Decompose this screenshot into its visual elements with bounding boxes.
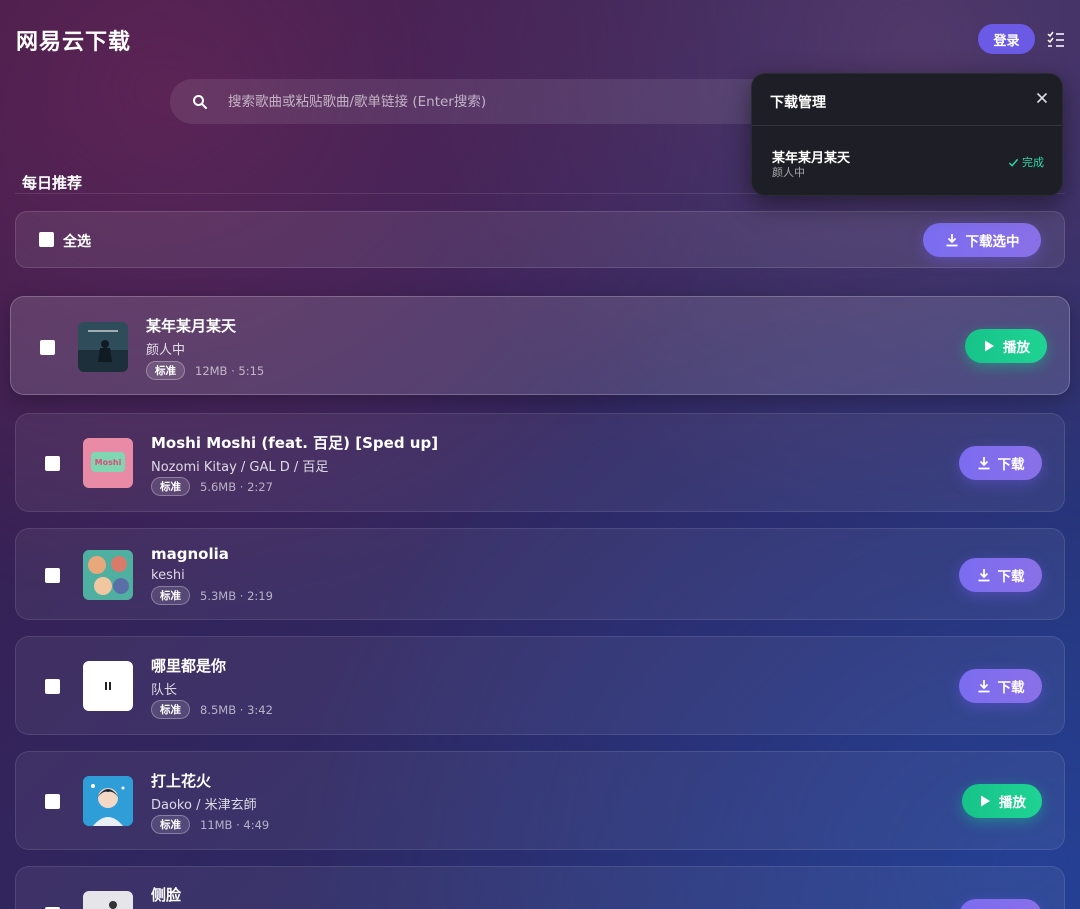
album-cover (83, 891, 133, 909)
panel-divider (752, 125, 1062, 126)
download-icon (946, 234, 957, 247)
search-input[interactable] (228, 93, 748, 110)
download-label: 下载 (997, 457, 1025, 472)
download-label: 下载 (997, 569, 1025, 584)
song-artist: Nozomi Kitay / GAL D / 百足 (151, 460, 329, 475)
song-artist: 颜人中 (146, 343, 186, 358)
song-meta: 12MB · 5:15 (195, 364, 265, 378)
song-artist: keshi (151, 568, 185, 583)
song-checkbox[interactable] (45, 568, 60, 583)
song-meta: 5.3MB · 2:19 (200, 589, 273, 603)
select-toolbar: 全选 下载选中 (15, 211, 1065, 268)
download-button[interactable]: 下载 (959, 899, 1042, 909)
check-icon (1008, 158, 1019, 167)
select-all-checkbox[interactable] (39, 232, 54, 247)
svg-text:Moshi: Moshi (95, 458, 122, 467)
song-title: 某年某月某天 (146, 317, 237, 335)
song-title: Moshi Moshi (feat. 百足) [Sped up] (151, 434, 439, 452)
song-title: 侧脸 (151, 886, 182, 904)
download-status: 完成 (1008, 154, 1044, 170)
search-icon (193, 94, 207, 109)
select-all-label: 全选 (63, 234, 91, 250)
song-row[interactable]: 侧脸 下载 (15, 866, 1065, 909)
song-artist: Daoko / 米津玄師 (151, 798, 257, 813)
song-checkbox[interactable] (45, 679, 60, 694)
download-status-label: 完成 (1022, 156, 1044, 169)
play-label: 播放 (1003, 340, 1030, 355)
download-manager-title: 下载管理 (770, 95, 826, 111)
album-cover (83, 550, 133, 600)
song-artist: 队长 (151, 683, 178, 698)
quality-badge: 标准 (146, 361, 185, 380)
quality-badge: 标准 (151, 700, 190, 719)
download-icon (978, 569, 989, 582)
song-row[interactable]: 打上花火 Daoko / 米津玄師 标准 11MB · 4:49 播放 (15, 751, 1065, 850)
download-manager-panel: 下载管理 某年某月某天 颜人中 完成 (751, 73, 1063, 196)
close-icon[interactable] (1034, 90, 1050, 106)
quality-badge: 标准 (151, 477, 190, 496)
song-row[interactable]: Moshi Moshi Moshi (feat. 百足) [Sped up] N… (15, 413, 1065, 512)
album-cover (83, 661, 133, 711)
song-meta: 8.5MB · 3:42 (200, 703, 273, 717)
download-selected-label: 下载选中 (965, 234, 1020, 249)
play-label: 播放 (999, 795, 1026, 810)
album-cover (78, 322, 128, 372)
download-label: 下载 (997, 680, 1025, 695)
song-checkbox[interactable] (40, 340, 55, 355)
app-title: 网易云下载 (16, 30, 132, 55)
song-checkbox[interactable] (45, 794, 60, 809)
song-row[interactable]: 某年某月某天 颜人中 标准 12MB · 5:15 播放 (10, 296, 1070, 395)
quality-badge: 标准 (151, 586, 190, 605)
song-title: magnolia (151, 545, 229, 563)
song-meta: 5.6MB · 2:27 (200, 480, 273, 494)
download-selected-button[interactable]: 下载选中 (923, 223, 1041, 257)
song-title: 打上花火 (151, 772, 212, 790)
album-cover (83, 776, 133, 826)
task-list-icon[interactable] (1046, 29, 1066, 49)
download-button[interactable]: 下载 (959, 558, 1042, 592)
download-button[interactable]: 下载 (959, 446, 1042, 480)
download-button[interactable]: 下载 (959, 669, 1042, 703)
download-icon (978, 457, 989, 470)
login-button[interactable]: 登录 (978, 24, 1035, 54)
play-icon (985, 340, 994, 352)
download-icon (978, 680, 989, 693)
song-title: 哪里都是你 (151, 657, 227, 675)
play-button[interactable]: 播放 (965, 329, 1047, 363)
song-meta: 11MB · 4:49 (200, 818, 270, 832)
song-checkbox[interactable] (45, 456, 60, 471)
download-item-artist: 颜人中 (772, 166, 805, 179)
section-title: 每日推荐 (22, 174, 83, 192)
play-button[interactable]: 播放 (962, 784, 1042, 818)
song-row[interactable]: magnolia keshi 标准 5.3MB · 2:19 下载 (15, 528, 1065, 620)
quality-badge: 标准 (151, 815, 190, 834)
album-cover: Moshi (83, 438, 133, 488)
search-bar[interactable] (170, 79, 790, 124)
play-icon (981, 795, 990, 807)
song-row[interactable]: 哪里都是你 队长 标准 8.5MB · 3:42 下载 (15, 636, 1065, 735)
